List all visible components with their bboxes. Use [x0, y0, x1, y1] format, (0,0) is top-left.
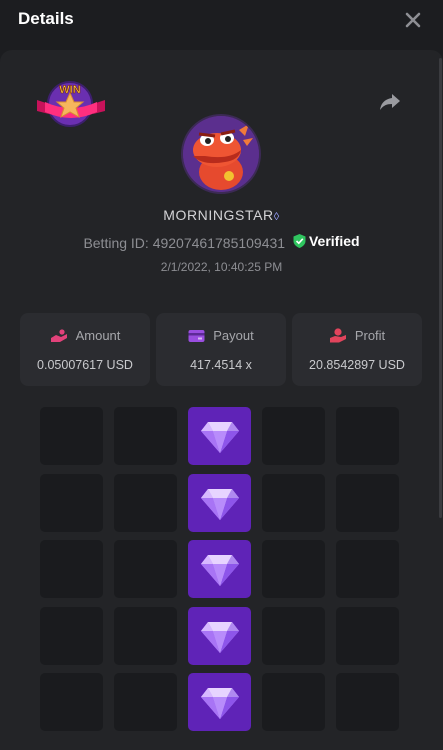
grid-cell[interactable] [262, 473, 325, 532]
scrollbar[interactable] [439, 58, 442, 518]
grid-cell[interactable] [336, 407, 399, 465]
grid-cell[interactable] [262, 673, 325, 731]
wallet-icon [188, 329, 205, 342]
money-hand-icon [329, 328, 346, 343]
grid-cell-gem[interactable] [188, 606, 251, 665]
close-button[interactable] [403, 10, 423, 30]
svg-text:WIN: WIN [59, 84, 80, 96]
gem-icon [201, 688, 239, 719]
profit-card: Profit 20.8542897 USD [292, 313, 422, 386]
verified-badge: Verified [293, 233, 360, 249]
close-icon [405, 12, 421, 28]
coins-hand-icon [50, 328, 67, 342]
gem-icon [201, 621, 239, 653]
grid-cell[interactable] [40, 673, 103, 731]
timestamp: 2/1/2022, 10:40:25 PM [160, 260, 283, 274]
profit-value: 20.8542897 USD [309, 358, 405, 372]
avatar [183, 116, 259, 192]
grid-cell[interactable] [40, 540, 103, 598]
grid-cell-gem[interactable] [188, 407, 251, 465]
payout-card: Payout 417.4514 x [156, 313, 286, 386]
amount-value: 0.05007617 USD [37, 358, 133, 372]
grid-cell[interactable] [40, 407, 103, 465]
grid-cell[interactable] [114, 473, 177, 532]
gem-icon [201, 555, 239, 586]
amount-label: Amount [75, 328, 121, 343]
grid-cell[interactable] [336, 606, 399, 665]
grid-cell[interactable] [114, 540, 177, 598]
grid-cell[interactable] [114, 606, 177, 665]
grid-cell[interactable] [40, 473, 103, 532]
share-icon [380, 94, 400, 110]
betting-id-value: 49207461785109431 [152, 235, 286, 251]
grid-cell[interactable] [336, 473, 399, 532]
betting-id-label: Betting ID: [83, 235, 149, 251]
payout-label: Payout [213, 328, 254, 343]
grid-cell[interactable] [114, 407, 177, 465]
payout-value: 417.4514 x [190, 358, 252, 372]
grid-cell[interactable] [336, 673, 399, 731]
grid-cell-gem[interactable] [188, 673, 251, 731]
gem-icon [201, 422, 239, 453]
share-button[interactable] [379, 93, 401, 111]
win-badge: WIN [35, 78, 107, 130]
username: MORNINGSTAR◊ [163, 207, 280, 223]
gem-icon [201, 488, 239, 520]
diamond-icon: ◊ [273, 211, 280, 223]
shield-check-icon [293, 234, 306, 248]
header: Details [0, 0, 443, 50]
amount-card: Amount 0.05007617 USD [20, 313, 150, 386]
grid-cell[interactable] [114, 673, 177, 731]
grid-cell[interactable] [40, 606, 103, 665]
grid-cell-gem[interactable] [188, 473, 251, 532]
grid-cell[interactable] [262, 407, 325, 465]
page-title: Details [18, 9, 74, 28]
grid-cell[interactable] [262, 540, 325, 598]
grid-cell[interactable] [336, 540, 399, 598]
grid-cell-gem[interactable] [188, 540, 251, 598]
betting-id-row: Betting ID: 49207461785109431 Verified [0, 233, 443, 251]
profit-label: Profit [354, 328, 386, 343]
grid-cell[interactable] [262, 606, 325, 665]
